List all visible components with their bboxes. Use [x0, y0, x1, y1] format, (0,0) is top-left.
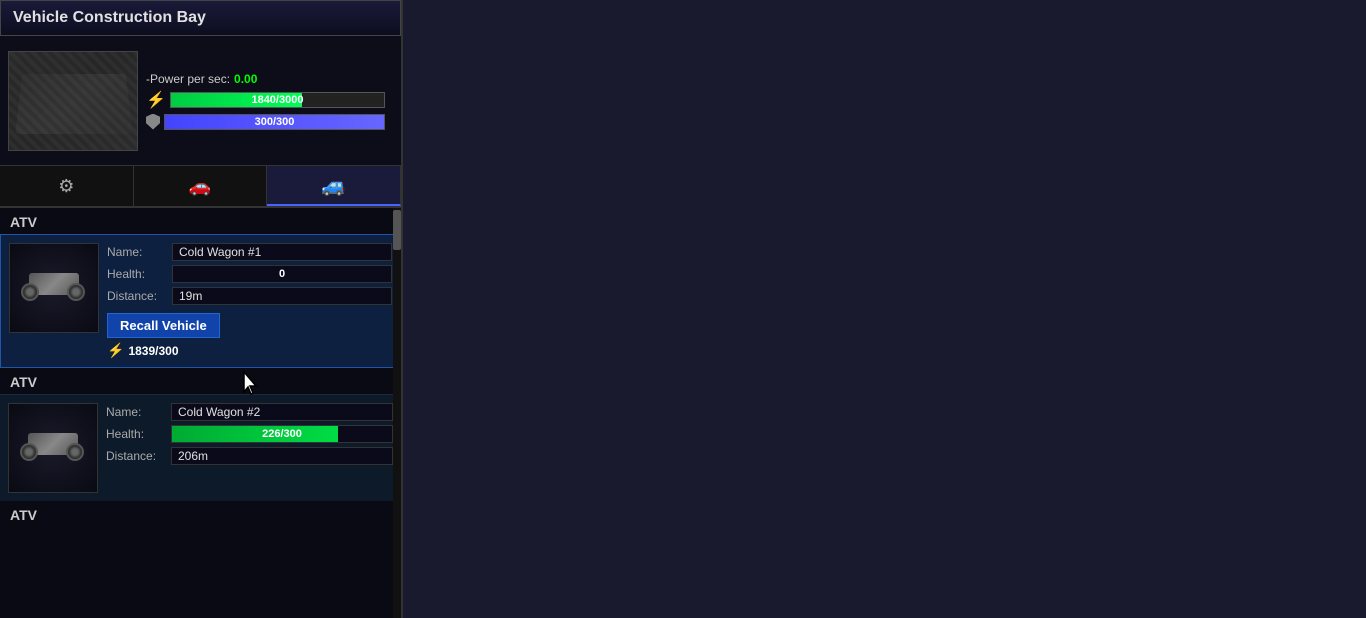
- scrollbar-track[interactable]: [393, 208, 401, 618]
- atv-shape-2: [18, 423, 88, 473]
- stats-area: -Power per sec: 0.00 ⚡ 1840/3000 300/300: [138, 68, 393, 134]
- name-row-2: Name: Cold Wagon #2: [106, 403, 393, 421]
- tab-vehicle[interactable]: 🚗: [134, 166, 268, 206]
- tabs-row: ⚙ 🚗 🚙: [0, 166, 401, 208]
- power-value: 0.00: [234, 72, 257, 86]
- preview-area: -Power per sec: 0.00 ⚡ 1840/3000 300/300: [0, 36, 401, 166]
- shield-icon: [146, 114, 160, 130]
- distance-label-1: Distance:: [107, 289, 172, 303]
- power-cost-value-1: 1839/300: [128, 344, 178, 358]
- vehicle-info-1: Name: Cold Wagon #1 Health: 0 Distance: …: [107, 243, 392, 359]
- name-label-2: Name:: [106, 405, 171, 419]
- atv-shape-1: [19, 263, 89, 313]
- health-bar-fill-2: [172, 426, 338, 442]
- distance-row-2: Distance: 206m: [106, 447, 393, 465]
- tab-settings[interactable]: ⚙: [0, 166, 134, 206]
- shield-bar: 300/300: [164, 114, 385, 130]
- energy-bar-row: ⚡ 1840/3000: [146, 90, 385, 110]
- settings-icon: ⚙: [58, 176, 74, 197]
- vehicle-thumb-2: [8, 403, 98, 493]
- power-cost-row-1: ⚡ 1839/300: [107, 342, 392, 359]
- right-area: [403, 0, 1366, 618]
- panel-title: Vehicle Construction Bay: [0, 0, 401, 36]
- name-label-1: Name:: [107, 245, 172, 259]
- power-stat-row: -Power per sec: 0.00: [146, 72, 385, 86]
- vehicle-thumb-1: [9, 243, 99, 333]
- recall-vehicle-button-1[interactable]: Recall Vehicle: [107, 313, 220, 338]
- vehicle-section-label-2: ATV: [0, 368, 401, 394]
- distance-label-2: Distance:: [106, 449, 171, 463]
- name-value-1: Cold Wagon #1: [172, 243, 392, 261]
- health-bar-label-1: 0: [279, 268, 285, 280]
- vehicle-card-1: Name: Cold Wagon #1 Health: 0 Distance: …: [0, 234, 401, 368]
- distance-row-1: Distance: 19m: [107, 287, 392, 305]
- name-value-2: Cold Wagon #2: [171, 403, 393, 421]
- shield-bar-row: 300/300: [146, 114, 385, 130]
- health-bar-1: 0: [172, 265, 392, 283]
- garage-icon: 🚙: [321, 173, 346, 198]
- lightning-icon: ⚡: [146, 90, 166, 110]
- health-label-1: Health:: [107, 267, 172, 281]
- shield-bar-label: 300/300: [255, 116, 295, 128]
- distance-value-1: 19m: [172, 287, 392, 305]
- vehicle-section-label-1: ATV: [0, 208, 401, 234]
- vehicle-card-2: Name: Cold Wagon #2 Health: 226/300 Dist…: [0, 394, 401, 501]
- vehicle-info-2: Name: Cold Wagon #2 Health: 226/300 Dist…: [106, 403, 393, 465]
- health-bar-2: 226/300: [171, 425, 393, 443]
- tab-garage[interactable]: 🚙: [267, 166, 401, 206]
- energy-bar-label: 1840/3000: [251, 94, 303, 106]
- vehicle-section-label-3: ATV: [0, 501, 401, 527]
- power-label: -Power per sec:: [146, 72, 230, 86]
- health-row-1: Health: 0: [107, 265, 392, 283]
- lightning-icon-cost-1: ⚡: [107, 342, 124, 359]
- health-row-2: Health: 226/300: [106, 425, 393, 443]
- health-label-2: Health:: [106, 427, 171, 441]
- preview-image: [8, 51, 138, 151]
- name-row-1: Name: Cold Wagon #1: [107, 243, 392, 261]
- distance-value-2: 206m: [171, 447, 393, 465]
- vehicle-list[interactable]: ATV Name: Cold Wagon #1 Health:: [0, 208, 401, 618]
- vehicle-construction-panel: Vehicle Construction Bay -Power per sec:…: [0, 0, 403, 618]
- health-bar-label-2: 226/300: [262, 428, 302, 440]
- scrollbar-thumb[interactable]: [393, 210, 401, 250]
- vehicle-icon: 🚗: [189, 176, 211, 197]
- energy-bar: 1840/3000: [170, 92, 385, 108]
